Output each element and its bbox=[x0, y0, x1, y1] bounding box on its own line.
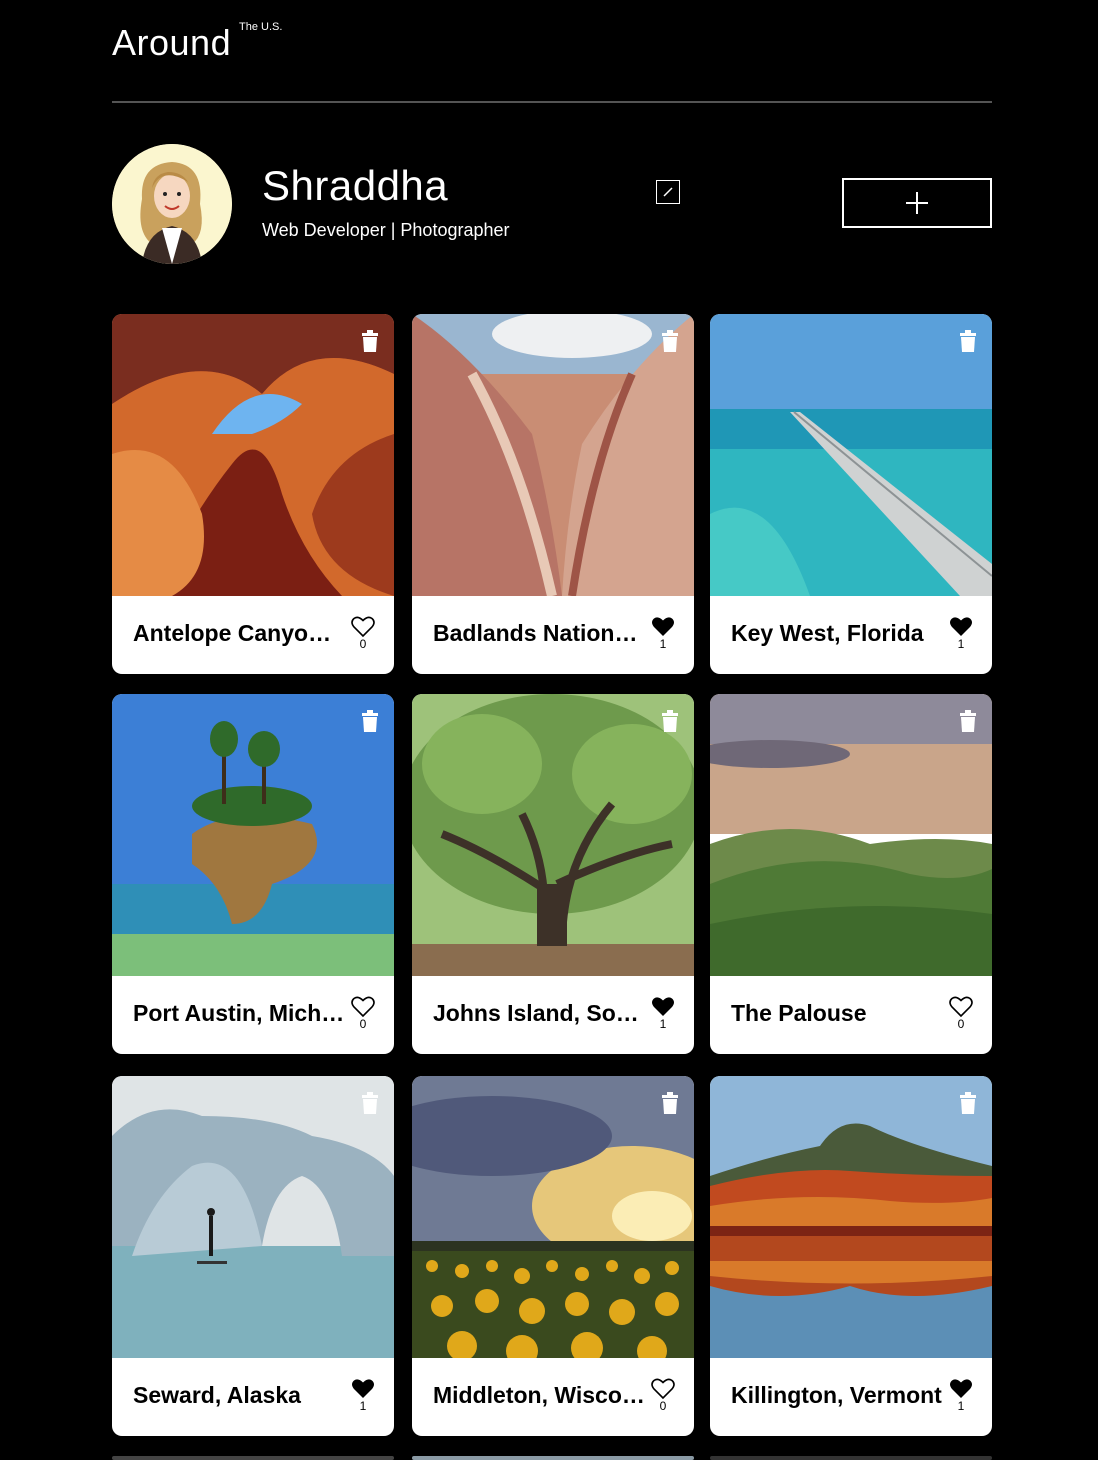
like-count: 1 bbox=[957, 637, 965, 651]
card-image[interactable] bbox=[710, 314, 992, 596]
like: 1 bbox=[948, 1378, 974, 1412]
heart-outline-icon[interactable] bbox=[949, 996, 973, 1018]
heart-filled-icon[interactable] bbox=[651, 616, 675, 638]
place-card-partial bbox=[710, 1456, 992, 1460]
like: 1 bbox=[948, 616, 974, 650]
card-title: Key West, Florida bbox=[731, 620, 924, 646]
place-card: Seward, Alaska 1 bbox=[112, 1076, 394, 1436]
profile-name: Shraddha bbox=[262, 162, 449, 209]
card-image[interactable] bbox=[112, 314, 394, 596]
card-title: The Palouse bbox=[731, 1000, 867, 1026]
trash-icon[interactable] bbox=[958, 330, 978, 352]
like: 1 bbox=[650, 996, 676, 1030]
trash-icon[interactable] bbox=[660, 330, 680, 352]
add-card-button[interactable] bbox=[842, 178, 992, 228]
like: 0 bbox=[350, 616, 376, 650]
card-title: Port Austin, Michigan bbox=[133, 1000, 345, 1026]
like: 1 bbox=[350, 1378, 376, 1412]
edit-profile-button[interactable] bbox=[656, 180, 680, 204]
place-card: The Palouse 0 bbox=[710, 694, 992, 1054]
card-title: Middleton, Wisconsin bbox=[433, 1382, 645, 1408]
card-image[interactable] bbox=[710, 694, 992, 976]
like-count: 1 bbox=[359, 1399, 367, 1413]
avatar-image bbox=[112, 144, 232, 264]
place-card: Key West, Florida 1 bbox=[710, 314, 992, 674]
trash-icon[interactable] bbox=[360, 710, 380, 732]
logo: Around bbox=[112, 22, 232, 63]
heart-outline-icon[interactable] bbox=[351, 996, 375, 1018]
card-title: Johns Island, South Carolina bbox=[433, 1000, 645, 1026]
place-card-partial bbox=[112, 1456, 394, 1460]
card-title: Badlands National Park bbox=[433, 620, 645, 646]
like-count: 0 bbox=[359, 637, 367, 651]
place-card: Badlands National Park 1 bbox=[412, 314, 694, 674]
trash-icon[interactable] bbox=[660, 1092, 680, 1114]
like-count: 1 bbox=[659, 1017, 667, 1031]
like-count: 1 bbox=[659, 637, 667, 651]
trash-icon[interactable] bbox=[360, 330, 380, 352]
place-card: Port Austin, Michigan 0 bbox=[112, 694, 394, 1054]
heart-outline-icon[interactable] bbox=[351, 616, 375, 638]
like-count: 0 bbox=[659, 1399, 667, 1413]
like-count: 0 bbox=[359, 1017, 367, 1031]
like-count: 0 bbox=[957, 1017, 965, 1031]
trash-icon[interactable] bbox=[360, 1092, 380, 1114]
place-card: Johns Island, South Carolina 1 bbox=[412, 694, 694, 1054]
card-image[interactable] bbox=[710, 1076, 992, 1358]
heart-filled-icon[interactable] bbox=[351, 1378, 375, 1400]
heart-filled-icon[interactable] bbox=[949, 1378, 973, 1400]
avatar[interactable] bbox=[112, 144, 232, 264]
place-card: Middleton, Wisconsin 0 bbox=[412, 1076, 694, 1436]
trash-icon[interactable] bbox=[958, 710, 978, 732]
card-image[interactable] bbox=[112, 1076, 394, 1358]
like: 0 bbox=[350, 996, 376, 1030]
logo-superscript: The U.S. bbox=[239, 21, 283, 33]
plus-icon bbox=[906, 192, 928, 214]
card-image[interactable] bbox=[412, 314, 694, 596]
like: 0 bbox=[650, 1378, 676, 1412]
profile: Shraddha Web Developer | Photographer bbox=[112, 144, 992, 264]
pencil-icon bbox=[663, 187, 673, 197]
trash-icon[interactable] bbox=[958, 1092, 978, 1114]
card-title: Seward, Alaska bbox=[133, 1382, 301, 1408]
like: 1 bbox=[650, 616, 676, 650]
card-image[interactable] bbox=[112, 694, 394, 976]
heart-filled-icon[interactable] bbox=[651, 996, 675, 1018]
card-image[interactable] bbox=[412, 694, 694, 976]
profile-job: Web Developer | Photographer bbox=[262, 220, 510, 240]
card-title: Killington, Vermont bbox=[731, 1382, 942, 1408]
card-image[interactable] bbox=[412, 1076, 694, 1358]
like: 0 bbox=[948, 996, 974, 1030]
place-card: Antelope Canyon, Arizona 0 bbox=[112, 314, 394, 674]
heart-outline-icon[interactable] bbox=[651, 1378, 675, 1400]
trash-icon[interactable] bbox=[660, 710, 680, 732]
place-card-partial bbox=[412, 1456, 694, 1460]
card-title: Antelope Canyon, Arizona bbox=[133, 620, 345, 646]
like-count: 1 bbox=[957, 1399, 965, 1413]
header: Around The U.S. bbox=[112, 0, 992, 103]
place-card: Killington, Vermont 1 bbox=[710, 1076, 992, 1436]
heart-filled-icon[interactable] bbox=[949, 616, 973, 638]
